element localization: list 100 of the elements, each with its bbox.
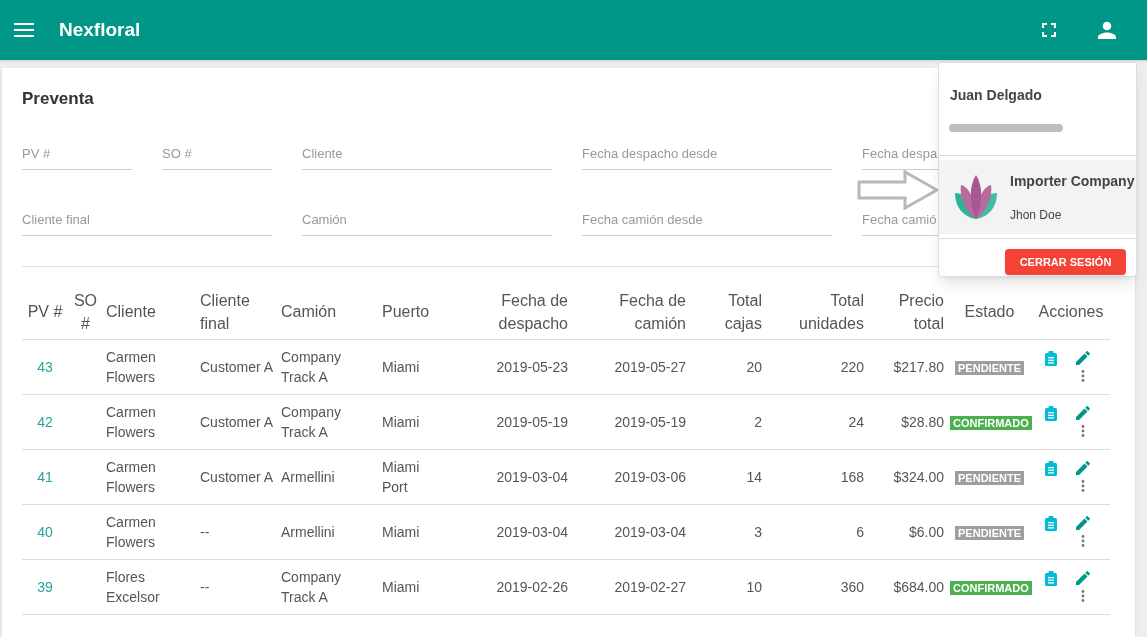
status-badge: CONFIRMADO — [950, 580, 1032, 595]
cell-text: 168 — [840, 468, 864, 485]
order-link[interactable]: 39 — [37, 578, 53, 595]
cell-text: $217.80 — [893, 358, 944, 375]
cell-text: Company Track A — [281, 567, 342, 607]
contact-name: Jhon Doe — [1010, 206, 1063, 224]
fullscreen-icon[interactable] — [1042, 23, 1056, 37]
cell-text: Armellini — [281, 522, 336, 542]
more-icon[interactable] — [1081, 535, 1085, 547]
order-link[interactable]: 42 — [37, 413, 53, 430]
cell-text: 2019-02-27 — [614, 578, 686, 595]
input-field[interactable]: Fecha camión desde — [582, 203, 832, 236]
cell-text: 24 — [848, 413, 864, 430]
order-link[interactable]: 43 — [37, 358, 53, 375]
order-link[interactable]: 40 — [37, 523, 53, 540]
input-field[interactable]: Cliente final — [22, 203, 272, 236]
cell-text: 2019-03-06 — [614, 468, 686, 485]
column-header: Camión — [278, 286, 379, 339]
cell-text: Miami — [382, 522, 421, 542]
cell-text: 2019-05-19 — [496, 413, 568, 430]
cell-text: Flores Excelsor — [106, 567, 161, 607]
cell-text: $324.00 — [893, 468, 944, 485]
cell-text: 20 — [746, 358, 762, 375]
page-title: Preventa — [22, 88, 94, 110]
cell-text: Miami Port — [382, 457, 421, 497]
user-icon[interactable] — [1098, 21, 1116, 39]
column-header: Cliente — [103, 286, 197, 339]
cell-text: Carmen Flowers — [106, 402, 157, 442]
cell-text: 2019-03-04 — [496, 523, 568, 540]
edit-icon[interactable] — [1076, 571, 1090, 585]
lotus-logo-icon — [953, 175, 999, 219]
edit-icon[interactable] — [1076, 406, 1090, 420]
cell-text: 2019-03-04 — [496, 468, 568, 485]
menu-icon[interactable] — [14, 23, 34, 37]
cell-text: Company Track A — [281, 347, 342, 387]
status-badge: PENDIENTE — [955, 525, 1024, 540]
input-field[interactable]: Fecha despacho desde — [582, 137, 832, 170]
column-header: PV # — [22, 286, 68, 339]
cell-text: 2019-05-27 — [614, 358, 686, 375]
cell-text: 14 — [746, 468, 762, 485]
status-badge: CONFIRMADO — [950, 415, 1032, 430]
cell-text: Customer A — [200, 413, 274, 430]
cell-text: 2019-05-19 — [614, 413, 686, 430]
status-badge: PENDIENTE — [955, 360, 1024, 375]
column-header: SO # — [68, 286, 103, 339]
more-icon[interactable] — [1081, 425, 1085, 437]
more-icon[interactable] — [1081, 590, 1085, 602]
cell-text: Company Track A — [281, 402, 342, 442]
cell-text: Miami — [382, 412, 421, 432]
more-icon[interactable] — [1081, 370, 1085, 382]
cell-text: Customer A — [200, 468, 274, 485]
cell-text: Carmen Flowers — [106, 457, 157, 497]
company-item[interactable]: Importer Company Jhon Doe — [939, 160, 1136, 234]
edit-icon[interactable] — [1076, 461, 1090, 475]
cell-text: $28.80 — [901, 413, 944, 430]
status-badge: PENDIENTE — [955, 470, 1024, 485]
cell-text: 2 — [754, 413, 762, 430]
cell-text: Miami — [382, 577, 421, 597]
more-icon[interactable] — [1081, 480, 1085, 492]
cell-text: -- — [200, 523, 210, 540]
clipboard-icon[interactable] — [1045, 351, 1057, 366]
user-name: Juan Delgado — [950, 86, 1043, 105]
column-header: Estado — [947, 286, 1032, 339]
app-title: Nexfloral — [59, 17, 141, 42]
cell-text: Armellini — [281, 467, 336, 487]
clipboard-icon[interactable] — [1045, 571, 1057, 586]
cell-text: 2019-03-04 — [614, 523, 686, 540]
cell-text: 2019-05-23 — [496, 358, 568, 375]
cell-text: 220 — [840, 358, 864, 375]
clipboard-icon[interactable] — [1045, 516, 1057, 531]
cell-text: 360 — [840, 578, 864, 595]
cell-text: 2019-02-26 — [496, 578, 568, 595]
cell-text: $684.00 — [893, 578, 944, 595]
cell-text: Miami — [382, 357, 421, 377]
cell-text: Carmen Flowers — [106, 512, 157, 552]
cell-text: Carmen Flowers — [106, 347, 157, 387]
column-header: Acciones — [1032, 286, 1110, 339]
column-header: Total cajas — [689, 286, 765, 339]
logout-button[interactable]: CERRAR SESIÓN — [1005, 249, 1126, 275]
input-field[interactable]: SO # — [162, 137, 272, 170]
column-header: Puerto — [379, 286, 454, 339]
cell-text: Customer A — [200, 358, 274, 375]
company-name: Importer Company — [1010, 171, 1135, 191]
cell-text: $6.00 — [908, 523, 944, 540]
column-header: Fecha de camión — [571, 286, 689, 339]
input-field[interactable]: PV # — [22, 137, 132, 170]
input-field[interactable]: Cliente — [302, 137, 552, 170]
cell-text: 3 — [754, 523, 762, 540]
clipboard-icon[interactable] — [1045, 461, 1057, 476]
clipboard-icon[interactable] — [1045, 406, 1057, 421]
order-link[interactable]: 41 — [37, 468, 53, 485]
input-field[interactable]: Camión — [302, 203, 552, 236]
edit-icon[interactable] — [1076, 351, 1090, 365]
cell-text: 6 — [856, 523, 864, 540]
cell-text: -- — [200, 578, 210, 595]
column-header: Fecha de despacho — [454, 286, 571, 339]
column-header: Cliente final — [197, 286, 278, 339]
column-header: Total unidades — [765, 286, 867, 339]
edit-icon[interactable] — [1076, 516, 1090, 530]
cell-text: 10 — [746, 578, 762, 595]
